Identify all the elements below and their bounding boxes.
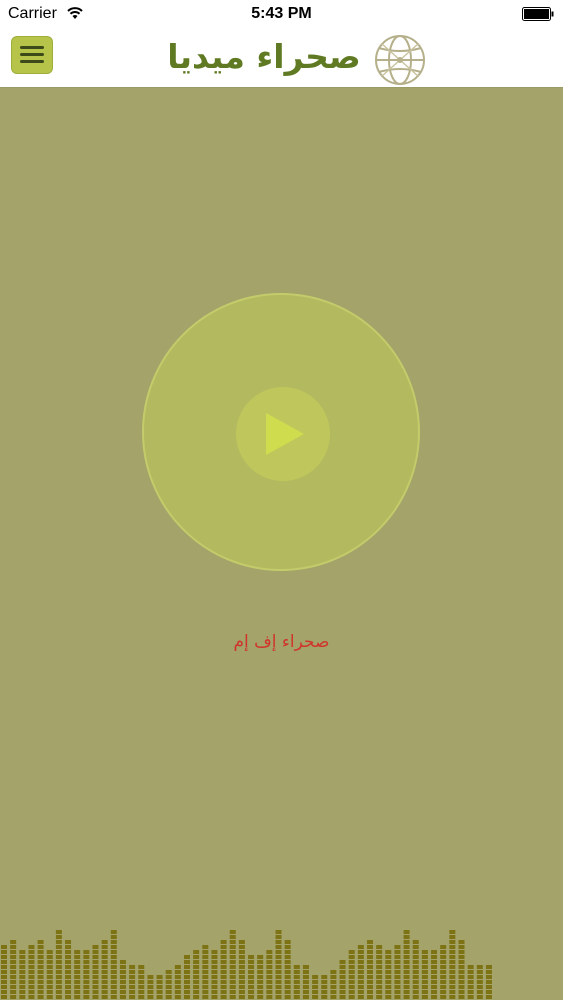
equalizer-bar xyxy=(46,950,53,999)
menu-button[interactable] xyxy=(11,36,53,74)
equalizer-bar xyxy=(110,930,117,999)
equalizer-bar xyxy=(138,965,145,999)
equalizer-bar xyxy=(431,950,438,999)
equalizer-bar xyxy=(302,965,309,999)
equalizer-bar xyxy=(293,965,300,999)
equalizer-bar xyxy=(485,965,492,999)
equalizer-bar xyxy=(28,945,35,999)
equalizer-bar xyxy=(101,940,108,999)
equalizer-bar xyxy=(229,930,236,999)
nav-bar: صحراء ميديا xyxy=(0,28,563,88)
equalizer-bar xyxy=(248,955,255,999)
equalizer-bar xyxy=(37,940,44,999)
equalizer-bar xyxy=(376,945,383,999)
equalizer-bar xyxy=(65,940,72,999)
equalizer-bar xyxy=(156,975,163,999)
equalizer-bar xyxy=(412,940,419,999)
equalizer-bar xyxy=(92,945,99,999)
equalizer-bar xyxy=(193,950,200,999)
equalizer-bar xyxy=(257,955,264,999)
battery-icon xyxy=(522,7,554,21)
equalizer-bar xyxy=(467,965,474,999)
equalizer-bar xyxy=(339,960,346,999)
equalizer-bar xyxy=(238,940,245,999)
equalizer-bar xyxy=(321,975,328,999)
equalizer-bar xyxy=(421,950,428,999)
equalizer-bar xyxy=(83,950,90,999)
equalizer-bar xyxy=(211,950,218,999)
status-bar: Carrier 5:43 PM xyxy=(0,0,563,28)
equalizer-bar xyxy=(55,930,62,999)
equalizer-bar xyxy=(119,960,126,999)
equalizer-bar xyxy=(357,945,364,999)
equalizer-bar xyxy=(266,950,273,999)
equalizer-visualizer xyxy=(1,930,492,999)
equalizer-bar xyxy=(367,940,373,999)
equalizer-bar xyxy=(449,930,456,999)
equalizer-bar xyxy=(403,930,410,999)
equalizer-bar xyxy=(476,965,483,999)
equalizer-bar xyxy=(202,945,209,999)
equalizer-bar xyxy=(275,930,282,999)
equalizer-bar xyxy=(74,950,81,999)
player-area: صحراء إف إم xyxy=(0,88,563,1000)
equalizer-bar xyxy=(165,970,172,999)
equalizer-bar xyxy=(394,945,401,999)
equalizer-bar xyxy=(330,970,337,999)
equalizer-bar xyxy=(19,950,26,999)
equalizer-bar xyxy=(348,950,355,999)
equalizer-bar xyxy=(312,975,319,999)
globe-icon xyxy=(375,35,425,85)
equalizer-bar xyxy=(1,945,7,999)
equalizer-bar xyxy=(458,940,465,999)
equalizer-bar xyxy=(147,975,154,999)
logo-text: صحراء ميديا xyxy=(167,37,361,76)
equalizer-bar xyxy=(174,965,181,999)
equalizer-bar xyxy=(129,965,136,999)
equalizer-bar xyxy=(220,940,227,999)
equalizer-bar xyxy=(385,950,392,999)
equalizer-bar xyxy=(10,940,17,999)
equalizer-bar xyxy=(284,940,291,999)
clock: 5:43 PM xyxy=(251,5,312,22)
app-logo: صحراء ميديا xyxy=(165,32,430,86)
equalizer-bar xyxy=(184,955,190,999)
equalizer-bar xyxy=(440,945,447,999)
